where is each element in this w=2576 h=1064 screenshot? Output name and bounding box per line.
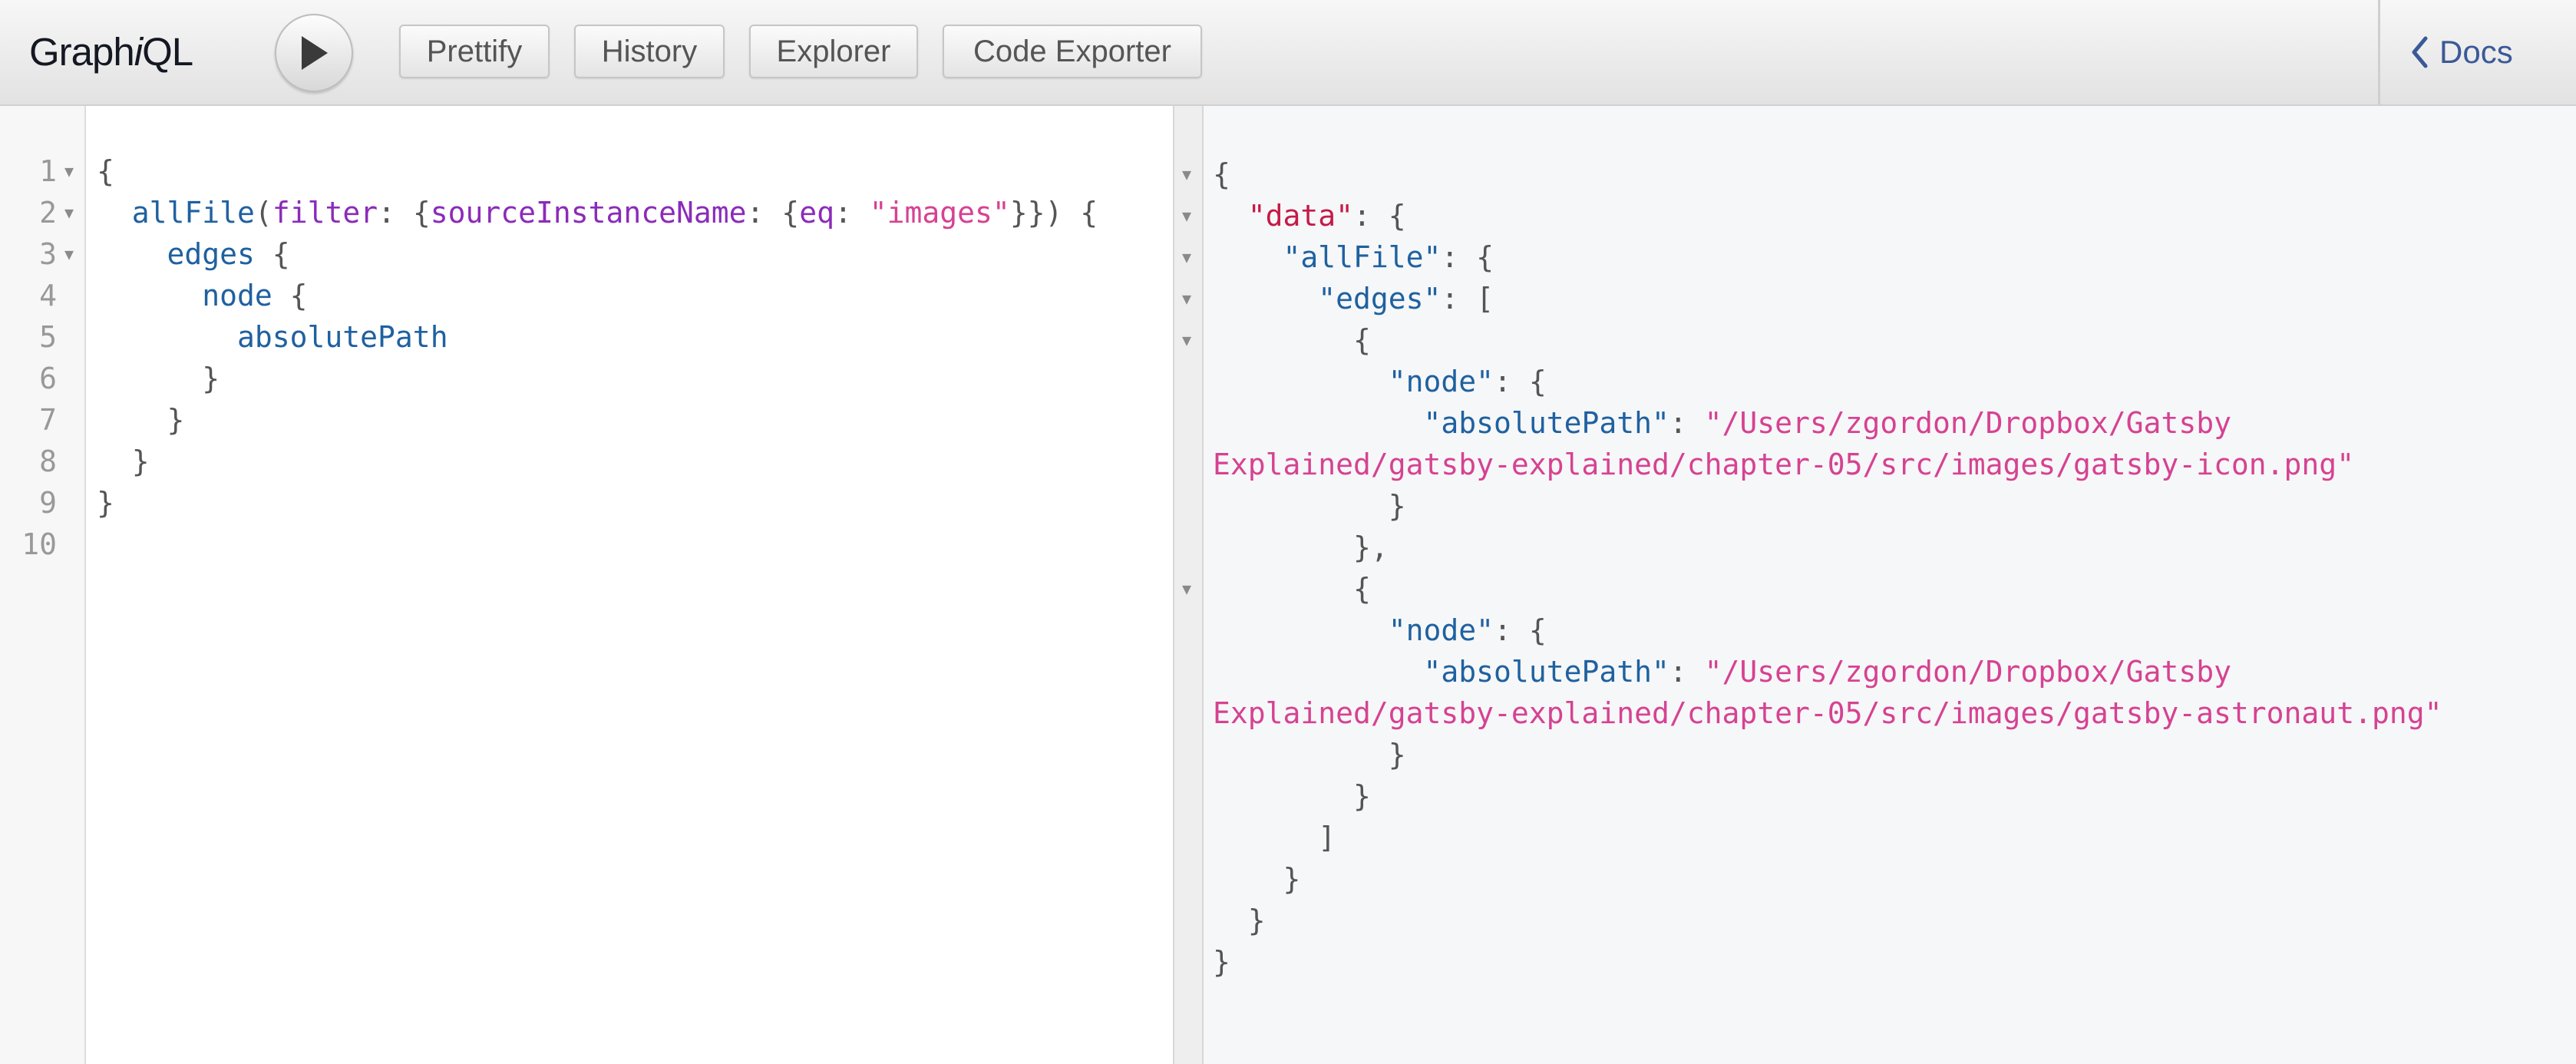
fold-arrow-icon[interactable]: ▼ (64, 233, 80, 275)
line-number: 9 (39, 486, 57, 520)
result-line: }, (1353, 530, 1389, 564)
result-line: ] (1318, 821, 1336, 854)
fold-arrow-icon[interactable]: ▼ (1182, 154, 1197, 195)
result-line: { (1353, 572, 1371, 606)
fold-arrow-icon[interactable]: ▼ (1182, 568, 1197, 610)
result-line: "node": { (1388, 613, 1547, 647)
explorer-button[interactable]: Explorer (749, 25, 918, 78)
code-line: } (131, 444, 150, 478)
result-line: "node": { (1388, 365, 1547, 398)
code-line: allFile(filter: {sourceInstanceName: {eq… (131, 196, 1098, 230)
play-icon (302, 36, 328, 70)
fold-arrow-icon[interactable]: ▼ (1182, 195, 1197, 236)
code-line: { (97, 154, 114, 188)
line-number: 3 (39, 237, 57, 271)
code-line: } (97, 486, 114, 520)
result-viewer: { "data": { "allFile": { "edges": [ { "n… (1204, 106, 2576, 1064)
line-number: 5 (39, 320, 57, 354)
line-number: 7 (39, 403, 57, 437)
line-number: 8 (39, 444, 57, 478)
result-line: { (1353, 323, 1371, 357)
result-line: } (1388, 489, 1406, 523)
result-line: "absolutePath": "/Users/zgordon/Dropbox/… (1423, 406, 2231, 440)
fold-arrow-icon[interactable]: ▼ (1182, 319, 1197, 361)
code-line: edges { (167, 237, 290, 271)
chevron-left-icon (2412, 36, 2428, 68)
fold-arrow-icon[interactable]: ▼ (1182, 236, 1197, 278)
fold-arrow-icon[interactable]: ▼ (1182, 278, 1197, 319)
line-number: 4 (39, 279, 57, 312)
fold-arrow-icon[interactable]: ▼ (64, 192, 80, 233)
code-line: } (202, 362, 220, 395)
code-exporter-button[interactable]: Code Exporter (943, 25, 1202, 78)
docs-label: Docs (2439, 34, 2513, 70)
prettify-button[interactable]: Prettify (399, 25, 550, 78)
result-line: "allFile": { (1283, 240, 1494, 274)
result-line: Explained/gatsby-explained/chapter-05/sr… (1213, 696, 2442, 730)
line-number: 2 (39, 196, 57, 230)
docs-button[interactable]: Docs (2410, 29, 2513, 75)
result-line: "data": { (1247, 199, 1406, 233)
code-line: } (167, 403, 185, 437)
result-line: } (1213, 945, 1230, 979)
history-button[interactable]: History (574, 25, 725, 78)
line-number: 10 (21, 527, 57, 561)
app-title: GraphiQL (29, 30, 193, 74)
code-line: node { (202, 279, 308, 312)
result-line: } (1353, 779, 1371, 813)
line-number: 1 (39, 154, 57, 188)
execute-query-button[interactable] (275, 14, 353, 92)
line-number: 6 (39, 362, 57, 395)
toolbar: GraphiQL Prettify History Explorer Code … (0, 0, 2576, 106)
result-line: Explained/gatsby-explained/chapter-05/sr… (1213, 448, 2355, 481)
docs-divider (2378, 0, 2380, 104)
result-line: "absolutePath": "/Users/zgordon/Dropbox/… (1423, 655, 2231, 689)
result-line: } (1247, 904, 1266, 937)
result-line: "edges": [ (1318, 282, 1494, 316)
fold-arrow-icon[interactable]: ▼ (64, 150, 80, 192)
result-line: { (1213, 157, 1230, 191)
code-line: absolutePath (237, 320, 448, 354)
line-number-gutter: 1 2 3 4 5 6 7 8 9 10 ▼ ▼ ▼ (0, 106, 86, 1064)
result-line: } (1283, 862, 1301, 896)
result-line: } (1388, 738, 1406, 772)
query-editor[interactable]: 1 2 3 4 5 6 7 8 9 10 ▼ ▼ ▼ { allFile(fil… (0, 106, 1173, 1064)
